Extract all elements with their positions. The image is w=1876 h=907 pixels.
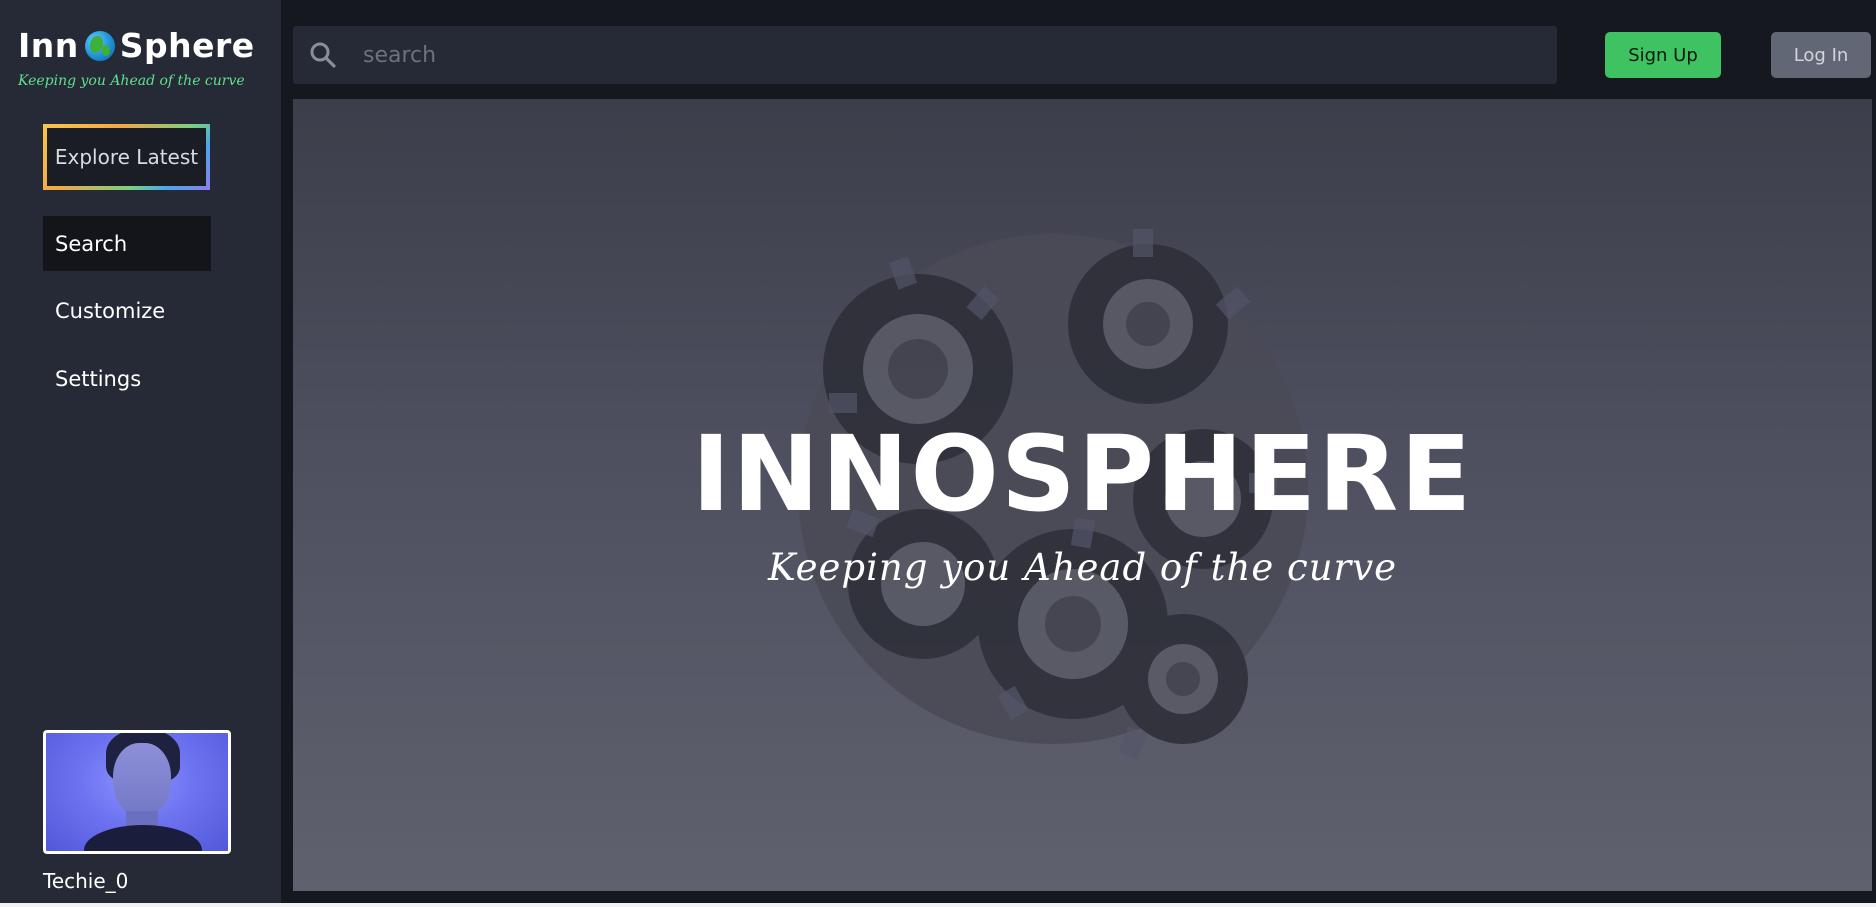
app-logo[interactable]: Inn Sphere [18,26,255,65]
hero-banner: INNOSPHERE Keeping you Ahead of the curv… [293,99,1872,891]
sidebar-item-settings[interactable]: Settings [43,351,211,406]
app-tagline: Keeping you Ahead of the curve [18,73,245,89]
search-bar [293,26,1557,84]
explore-latest-label: Explore Latest [47,128,206,186]
search-icon[interactable] [293,41,353,69]
logo-text-sphere: Sphere [119,26,255,65]
log-in-button[interactable]: Log In [1771,32,1871,78]
globe-icon [84,30,115,61]
logo-text-inn: Inn [18,26,79,65]
search-input[interactable] [353,42,1513,68]
sidebar-item-label: Settings [55,366,142,391]
sidebar-item-customize[interactable]: Customize [43,283,211,338]
user-avatar[interactable] [43,730,231,854]
sidebar-item-label: Search [55,231,128,256]
sidebar: Inn Sphere Keeping you Ahead of the curv… [0,0,281,903]
sign-up-button[interactable]: Sign Up [1605,32,1721,78]
sidebar-item-label: Customize [55,298,166,323]
sidebar-item-search[interactable]: Search [43,216,211,271]
explore-latest-button[interactable]: Explore Latest [43,124,210,190]
hero-subtitle: Keeping you Ahead of the curve [767,546,1398,589]
username: Techie_0 [43,869,129,893]
page-bottom-edge [0,903,1876,907]
hero-title: INNOSPHERE [691,413,1474,535]
